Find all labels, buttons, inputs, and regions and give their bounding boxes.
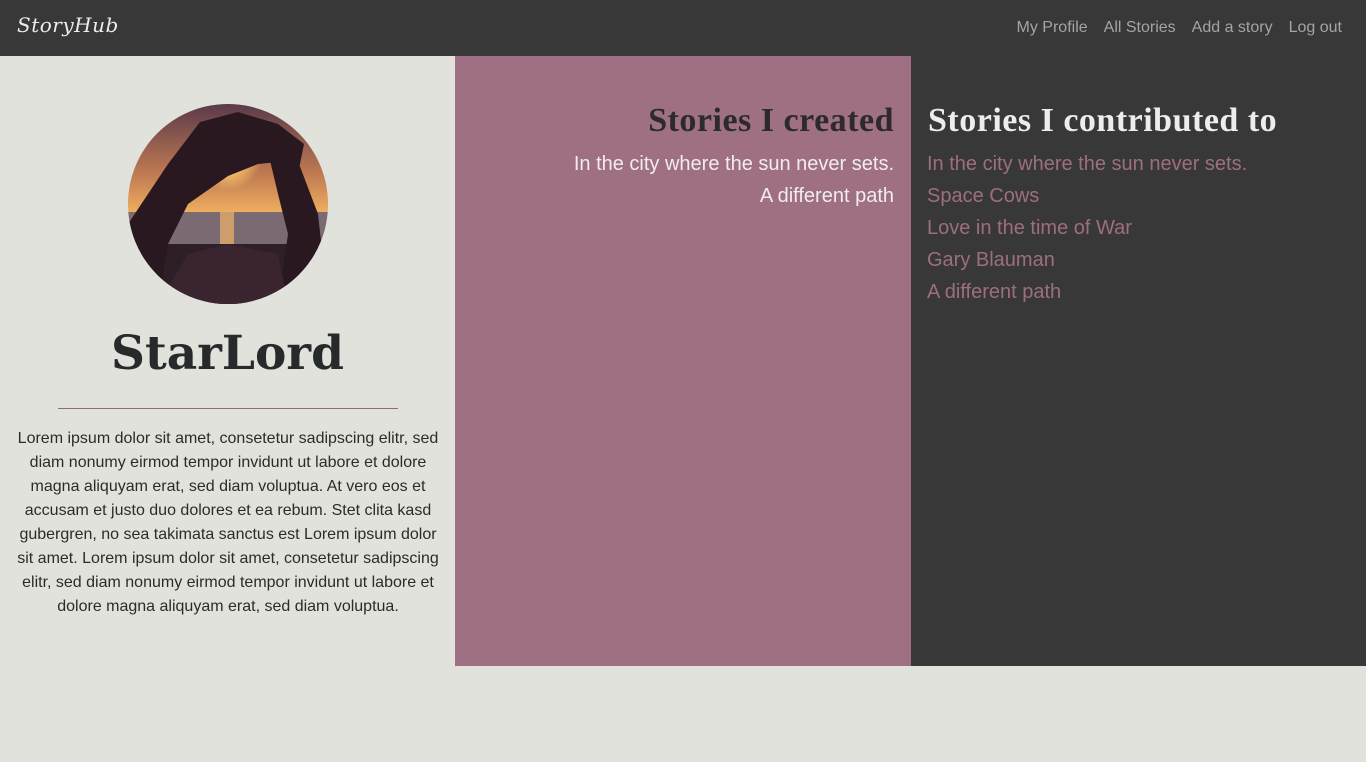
- created-story-link[interactable]: In the city where the sun never sets.: [574, 148, 894, 180]
- contributed-story-link[interactable]: A different path: [927, 276, 1247, 308]
- contributed-story-link[interactable]: Gary Blauman: [927, 244, 1247, 276]
- nav-log-out[interactable]: Log out: [1289, 19, 1342, 37]
- created-stories-heading: Stories I created: [648, 102, 894, 139]
- brand-logo[interactable]: StoryHub: [17, 13, 119, 37]
- contributed-story-link[interactable]: Space Cows: [927, 180, 1247, 212]
- nav-links: My Profile All Stories Add a story Log o…: [1017, 0, 1342, 56]
- profile-panel: StarLord Lorem ipsum dolor sit amet, con…: [0, 56, 455, 666]
- contributed-story-link[interactable]: In the city where the sun never sets.: [927, 148, 1247, 180]
- navbar: StoryHub My Profile All Stories Add a st…: [0, 0, 1366, 56]
- profile-username: StarLord: [111, 326, 344, 381]
- sunset-photo-image: [128, 104, 328, 304]
- avatar: [128, 104, 328, 304]
- contributed-stories-list: In the city where the sun never sets. Sp…: [927, 148, 1247, 308]
- created-story-link[interactable]: A different path: [574, 180, 894, 212]
- nav-add-story[interactable]: Add a story: [1192, 19, 1273, 37]
- contributed-story-link[interactable]: Love in the time of War: [927, 212, 1247, 244]
- nav-my-profile[interactable]: My Profile: [1017, 19, 1088, 37]
- nav-all-stories[interactable]: All Stories: [1104, 19, 1176, 37]
- profile-bio: Lorem ipsum dolor sit amet, consetetur s…: [17, 430, 439, 615]
- created-stories-panel: Stories I created In the city where the …: [455, 56, 911, 666]
- divider: [58, 408, 398, 409]
- contributed-stories-heading: Stories I contributed to: [928, 102, 1278, 139]
- contributed-stories-panel: Stories I contributed to In the city whe…: [911, 56, 1366, 666]
- created-stories-list: In the city where the sun never sets. A …: [574, 148, 894, 212]
